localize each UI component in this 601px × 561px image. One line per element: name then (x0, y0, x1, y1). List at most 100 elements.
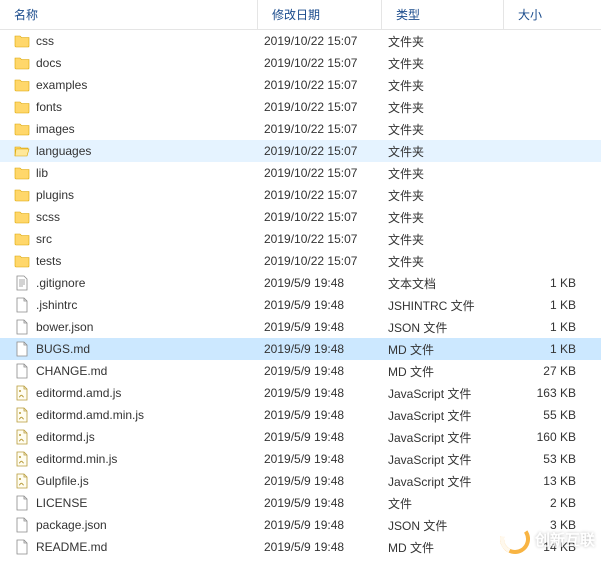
file-name-cell: CHANGE.md (8, 363, 258, 379)
file-size-cell: 1 KB (504, 298, 594, 312)
file-date-cell: 2019/5/9 19:48 (258, 408, 382, 422)
file-size-cell: 2 KB (504, 496, 594, 510)
watermark: 创新互联 (499, 523, 595, 555)
file-name-cell: .gitignore (8, 275, 258, 291)
file-row[interactable]: .jshintrc2019/5/9 19:48JSHINTRC 文件1 KB (0, 294, 601, 316)
folder-icon (14, 253, 30, 269)
watermark-text: 创新互联 (535, 529, 595, 550)
file-row[interactable]: editormd.amd.min.js2019/5/9 19:48JavaScr… (0, 404, 601, 426)
file-name-label: CHANGE.md (36, 364, 107, 378)
file-name-label: BUGS.md (36, 342, 90, 356)
file-date-cell: 2019/5/9 19:48 (258, 364, 382, 378)
column-header-type[interactable]: 类型 (382, 0, 504, 29)
file-name-cell: src (8, 231, 258, 247)
file-type-cell: JavaScript 文件 (382, 385, 504, 402)
column-header-date[interactable]: 修改日期 (258, 0, 382, 29)
file-size-cell: 1 KB (504, 342, 594, 356)
file-date-cell: 2019/10/22 15:07 (258, 144, 382, 158)
file-row[interactable]: languages2019/10/22 15:07文件夹 (0, 140, 601, 162)
watermark-logo-icon (499, 523, 531, 555)
file-row[interactable]: Gulpfile.js2019/5/9 19:48JavaScript 文件13… (0, 470, 601, 492)
script-icon (14, 407, 30, 423)
file-date-cell: 2019/10/22 15:07 (258, 254, 382, 268)
file-name-label: examples (36, 78, 87, 92)
script-icon (14, 385, 30, 401)
file-type-cell: 文件夹 (382, 187, 504, 204)
file-row[interactable]: examples2019/10/22 15:07文件夹 (0, 74, 601, 96)
file-row[interactable]: editormd.min.js2019/5/9 19:48JavaScript … (0, 448, 601, 470)
file-name-cell: fonts (8, 99, 258, 115)
folder-icon (14, 187, 30, 203)
file-date-cell: 2019/5/9 19:48 (258, 452, 382, 466)
file-name-cell: editormd.amd.min.js (8, 407, 258, 423)
file-date-cell: 2019/10/22 15:07 (258, 34, 382, 48)
file-name-label: fonts (36, 100, 62, 114)
script-icon (14, 473, 30, 489)
file-row[interactable]: fonts 2019/10/22 15:07文件夹 (0, 96, 601, 118)
file-row[interactable]: docs2019/10/22 15:07文件夹 (0, 52, 601, 74)
file-row[interactable]: LICENSE2019/5/9 19:48文件2 KB (0, 492, 601, 514)
file-icon (14, 539, 30, 555)
file-size-cell: 163 KB (504, 386, 594, 400)
folder-icon (14, 77, 30, 93)
file-type-cell: JSON 文件 (382, 517, 504, 534)
file-size-cell: 1 KB (504, 276, 594, 290)
folder-icon (14, 231, 30, 247)
file-name-label: src (36, 232, 52, 246)
file-date-cell: 2019/5/9 19:48 (258, 342, 382, 356)
file-name-label: LICENSE (36, 496, 87, 510)
file-icon (14, 319, 30, 335)
file-name-label: .jshintrc (36, 298, 77, 312)
file-row[interactable]: lib2019/10/22 15:07文件夹 (0, 162, 601, 184)
file-name-cell: editormd.amd.js (8, 385, 258, 401)
file-name-label: editormd.amd.js (36, 386, 121, 400)
file-row[interactable]: src2019/10/22 15:07文件夹 (0, 228, 601, 250)
file-name-label: Gulpfile.js (36, 474, 89, 488)
file-row[interactable]: css2019/10/22 15:07文件夹 (0, 30, 601, 52)
folder-icon (14, 99, 30, 115)
file-type-cell: JavaScript 文件 (382, 451, 504, 468)
file-type-cell: MD 文件 (382, 363, 504, 380)
file-type-cell: 文件夹 (382, 165, 504, 182)
file-date-cell: 2019/10/22 15:07 (258, 122, 382, 136)
folder-icon (14, 121, 30, 137)
file-name-cell: LICENSE (8, 495, 258, 511)
file-name-cell: scss (8, 209, 258, 225)
file-date-cell: 2019/5/9 19:48 (258, 474, 382, 488)
file-icon (14, 363, 30, 379)
file-type-cell: 文本文档 (382, 275, 504, 292)
file-icon (14, 297, 30, 313)
file-row[interactable]: images2019/10/22 15:07文件夹 (0, 118, 601, 140)
column-header-name[interactable]: 名称 (0, 0, 258, 29)
file-row[interactable]: bower.json2019/5/9 19:48JSON 文件1 KB (0, 316, 601, 338)
file-row[interactable]: plugins2019/10/22 15:07文件夹 (0, 184, 601, 206)
file-name-label: package.json (36, 518, 107, 532)
file-name-label: editormd.js (36, 430, 95, 444)
file-size-cell: 13 KB (504, 474, 594, 488)
file-name-label: editormd.amd.min.js (36, 408, 144, 422)
folder-icon (14, 55, 30, 71)
file-type-cell: MD 文件 (382, 539, 504, 556)
file-icon (14, 517, 30, 533)
file-row[interactable]: .gitignore2019/5/9 19:48文本文档1 KB (0, 272, 601, 294)
file-row[interactable]: BUGS.md 2019/5/9 19:48MD 文件1 KB (0, 338, 601, 360)
file-date-cell: 2019/10/22 15:07 (258, 188, 382, 202)
file-name-cell: css (8, 33, 258, 49)
file-icon (14, 341, 30, 357)
folder-open-icon (14, 143, 30, 159)
file-type-cell: 文件夹 (382, 231, 504, 248)
file-row[interactable]: CHANGE.md2019/5/9 19:48MD 文件27 KB (0, 360, 601, 382)
file-row[interactable]: editormd.js2019/5/9 19:48JavaScript 文件16… (0, 426, 601, 448)
file-name-cell: .jshintrc (8, 297, 258, 313)
file-date-cell: 2019/10/22 15:07 (258, 56, 382, 70)
file-type-cell: MD 文件 (382, 341, 504, 358)
file-row[interactable]: tests2019/10/22 15:07文件夹 (0, 250, 601, 272)
file-type-cell: 文件夹 (382, 143, 504, 160)
file-date-cell: 2019/10/22 15:07 (258, 100, 382, 114)
file-name-cell: languages (8, 143, 258, 159)
file-row[interactable]: scss2019/10/22 15:07文件夹 (0, 206, 601, 228)
file-type-cell: 文件夹 (382, 121, 504, 138)
file-row[interactable]: editormd.amd.js2019/5/9 19:48JavaScript … (0, 382, 601, 404)
file-type-cell: 文件夹 (382, 99, 504, 116)
column-header-size[interactable]: 大小 (504, 0, 601, 29)
